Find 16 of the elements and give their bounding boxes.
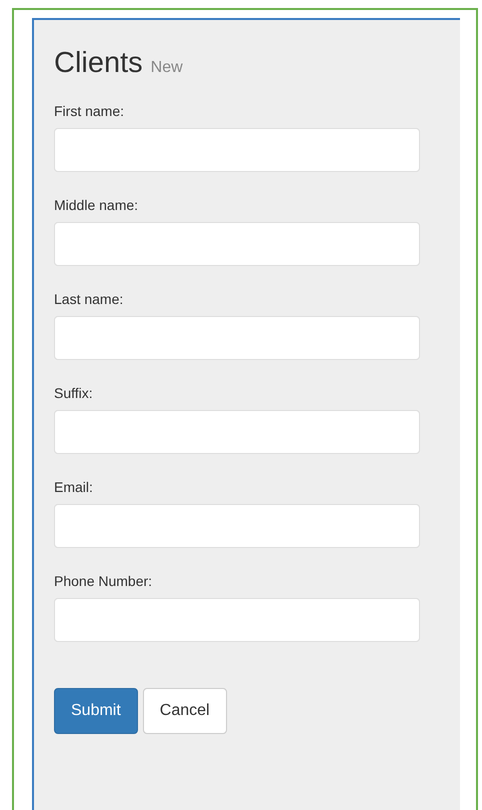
page-subtitle: New [150, 58, 183, 78]
input-field[interactable] [54, 504, 420, 548]
input-field[interactable] [54, 128, 420, 172]
field-label: Suffix: [54, 384, 94, 402]
input-field[interactable] [54, 410, 420, 454]
field-label: Last name: [54, 290, 124, 308]
input-field[interactable] [54, 316, 420, 360]
page-title: Clients [54, 46, 143, 81]
field-label: Middle name: [54, 196, 140, 214]
submit-button[interactable]: Submit [54, 688, 138, 734]
input-field[interactable] [54, 598, 420, 642]
cancel-button[interactable]: Cancel [142, 688, 227, 734]
field-label: First name: [54, 102, 126, 120]
field-label: Phone Number: [54, 572, 154, 590]
input-field[interactable] [54, 222, 420, 266]
field-label: Email: [54, 478, 94, 496]
